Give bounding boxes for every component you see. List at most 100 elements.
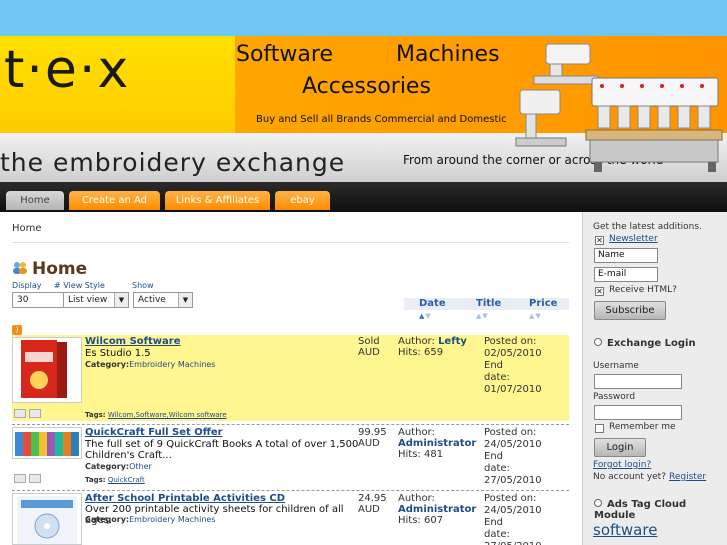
author-link[interactable]: Lefty — [438, 336, 467, 347]
edit-icon[interactable] — [14, 409, 26, 418]
register-link[interactable]: Register — [669, 472, 706, 482]
end-label: End — [484, 517, 504, 528]
tag-software[interactable]: software — [593, 521, 657, 539]
ad-thumbnail[interactable] — [12, 493, 82, 545]
page-title-text: Home — [32, 259, 88, 279]
forgot-login-link[interactable]: Forgot login? — [593, 460, 651, 470]
name-field[interactable]: Name — [594, 248, 658, 263]
username-label: Username — [593, 361, 639, 371]
sky-band — [0, 0, 727, 36]
receive-html-label: Receive HTML? — [609, 285, 677, 295]
no-account-text: No account yet? — [593, 472, 666, 482]
subscribe-button[interactable]: Subscribe — [594, 301, 666, 320]
display-label: Display — [12, 281, 42, 290]
category-link[interactable]: Embroidery Machines — [129, 515, 215, 524]
chevron-down-icon: ▼ — [178, 293, 192, 307]
main-nav: Home Create an Ad Links & Affiliates eba… — [0, 182, 727, 212]
tagcloud-heading-text: Ads Tag Cloud Module — [594, 499, 687, 521]
edit-icon[interactable] — [14, 474, 26, 483]
ad-description: Es Studio 1.5 — [85, 348, 151, 359]
cd-cover-image — [17, 496, 77, 544]
ad-dates: Posted on: 24/05/2010 End date: 27/05/20… — [484, 427, 569, 487]
tab-links-affiliates[interactable]: Links & Affiliates — [165, 191, 270, 210]
hits-count: Hits: 659 — [398, 347, 444, 358]
password-label: Password — [593, 392, 636, 402]
category-link[interactable]: Embroidery Machines — [129, 360, 215, 369]
price-value: Sold — [358, 336, 380, 347]
display-select[interactable]: 30 — [12, 292, 64, 308]
hits-count: Hits: 481 — [398, 449, 444, 460]
ad-price: 24.95 AUD — [358, 493, 387, 515]
category-label: Category: — [85, 515, 130, 524]
banner-machines: Machines — [396, 42, 500, 67]
ad-author: Author: Lefty Hits: 659 — [398, 336, 467, 358]
sort-price-arrows[interactable]: ▲▼ — [529, 312, 542, 320]
ad-category: Category:Embroidery Machines — [85, 515, 216, 524]
ad-title[interactable]: After School Printable Activities CD — [85, 493, 285, 504]
category-label: Category: — [85, 462, 130, 471]
sort-price[interactable]: Price — [529, 298, 557, 309]
bullet-icon — [594, 499, 602, 507]
tab-ebay[interactable]: ebay — [275, 191, 330, 210]
banner-tagline: Buy and Sell all Brands Commercial and D… — [256, 114, 507, 125]
software-box-image — [21, 340, 67, 398]
breadcrumb[interactable]: Home — [12, 223, 42, 234]
tab-create-ad[interactable]: Create an Ad — [69, 191, 160, 210]
ad-title[interactable]: QuickCraft Full Set Offer — [85, 427, 223, 438]
site-banner: t·e·x Software Machines Accessories Buy … — [0, 36, 727, 182]
sort-title[interactable]: Title — [476, 298, 501, 309]
username-field[interactable] — [594, 374, 682, 389]
email-field[interactable]: E-mail — [594, 267, 658, 282]
price-currency: AUD — [358, 504, 380, 515]
ad-action-icons — [14, 474, 44, 485]
author-label: Author: — [398, 493, 435, 504]
login-button[interactable]: Login — [594, 438, 646, 457]
sort-asc-icon[interactable]: ▲ — [476, 312, 482, 320]
end-date: date: 27/05/2010 — [484, 463, 542, 486]
tags-label: Tags: — [85, 411, 106, 419]
author-link[interactable]: Administrator — [398, 504, 476, 515]
login-heading-text: Exchange Login — [607, 338, 696, 349]
banner-software: Software — [236, 42, 333, 67]
ad-title[interactable]: Wilcom Software — [85, 336, 181, 347]
show-value: Active — [138, 295, 166, 305]
delete-icon[interactable] — [29, 474, 41, 483]
author-link[interactable]: Administrator — [398, 438, 476, 449]
ad-dates: Posted on: 24/05/2010 End date: 27/05/20… — [484, 493, 569, 545]
site-logo[interactable]: t·e·x — [4, 40, 130, 100]
view-style-label: # View Style — [54, 281, 105, 290]
receive-html-checkbox[interactable]: ✕ — [595, 287, 604, 296]
list-item: Wilcom Software Es Studio 1.5 Category:E… — [12, 335, 569, 421]
remember-me-label: Remember me — [609, 422, 676, 432]
newsletter-intro: Get the latest additions. — [593, 222, 702, 232]
list-item: After School Printable Activities CD Ove… — [12, 491, 569, 545]
newsletter-checkbox[interactable]: ✕ — [595, 236, 604, 245]
delete-icon[interactable] — [29, 409, 41, 418]
sort-asc-icon[interactable]: ▲ — [419, 312, 425, 320]
sort-asc-icon[interactable]: ▲ — [529, 312, 535, 320]
posted-date: 24/05/2010 — [484, 505, 542, 516]
ad-thumbnail[interactable] — [12, 427, 82, 459]
posted-label: Posted on: — [484, 493, 537, 504]
remember-me-checkbox[interactable] — [595, 424, 604, 433]
embroidery-machine-image — [515, 43, 723, 172]
view-style-select[interactable]: List view ▼ — [63, 292, 129, 308]
tab-home[interactable]: Home — [6, 191, 64, 210]
sort-date-arrows[interactable]: ▲▼ — [419, 312, 432, 320]
password-field[interactable] — [594, 405, 682, 420]
sort-date[interactable]: Date — [419, 298, 446, 309]
ad-author: Author: Administrator Hits: 481 — [398, 427, 476, 460]
ad-dates: Posted on: 02/05/2010 End date: 01/07/20… — [484, 336, 569, 396]
rss-icon[interactable]: ) — [12, 325, 22, 335]
show-select[interactable]: Active ▼ — [133, 292, 193, 308]
price-value: 99.95 — [358, 427, 387, 438]
end-label: End — [484, 360, 504, 371]
ad-description: The full set of 9 QuickCraft Books A tot… — [85, 439, 359, 461]
tag-links[interactable]: Wilcom,Software,Wilcom software — [108, 411, 227, 419]
category-link[interactable]: Other — [129, 462, 152, 471]
ad-thumbnail[interactable] — [12, 337, 82, 403]
newsletter-link[interactable]: Newsletter — [609, 234, 658, 244]
sort-title-arrows[interactable]: ▲▼ — [476, 312, 489, 320]
tagcloud-heading: Ads Tag Cloud Module — [594, 499, 727, 521]
tag-links[interactable]: QuickCraft — [108, 476, 145, 484]
